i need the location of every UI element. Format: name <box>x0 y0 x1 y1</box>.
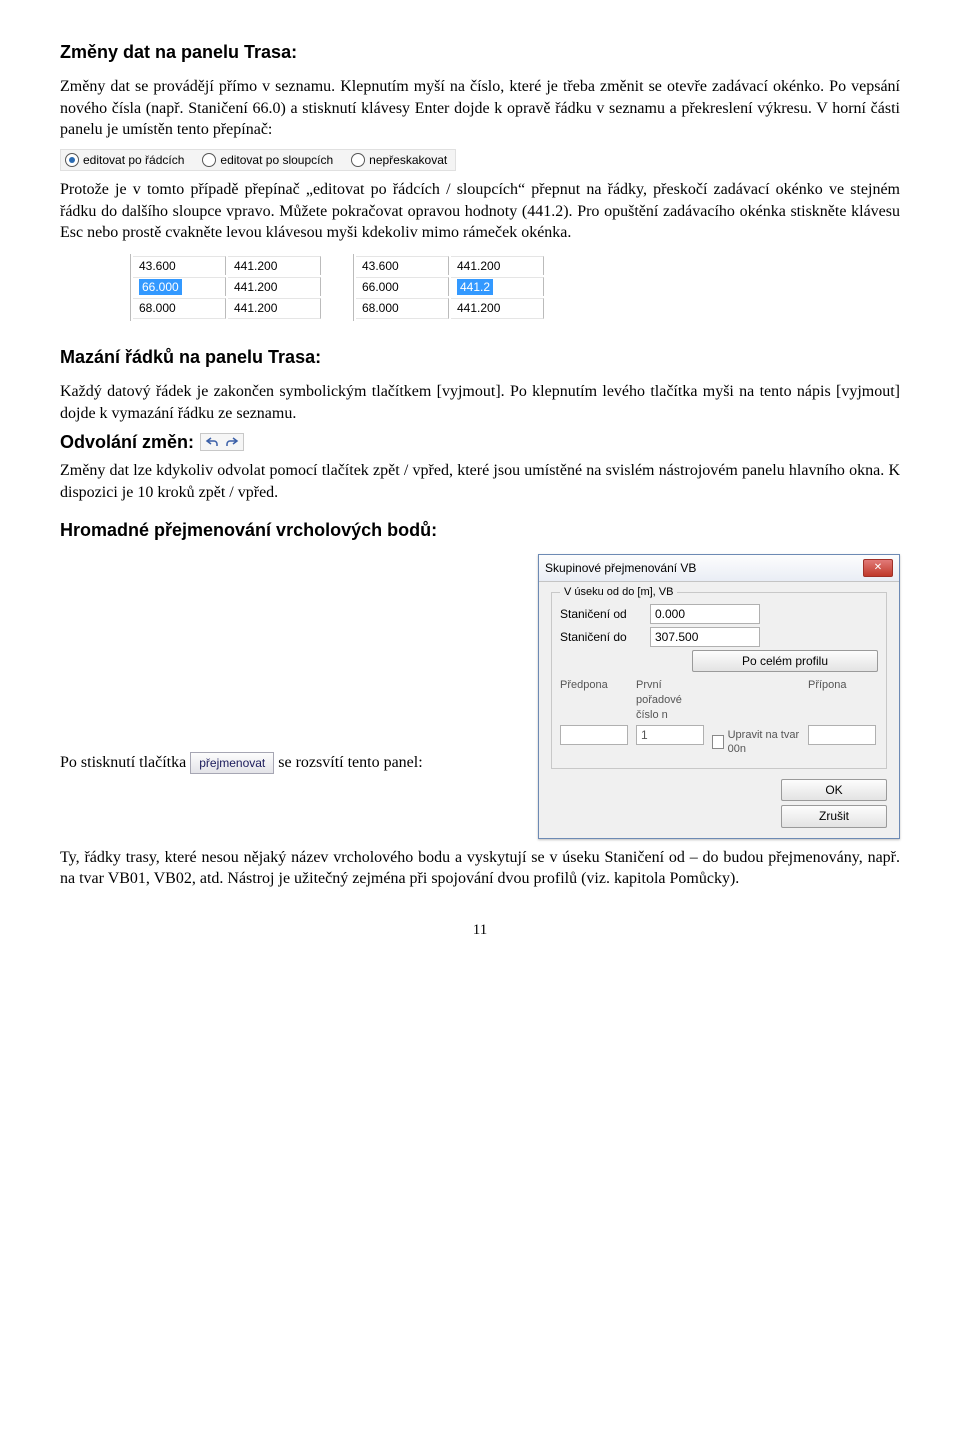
label-to: Staničení do <box>560 629 640 645</box>
radio-icon <box>351 153 365 167</box>
radio-icon <box>202 153 216 167</box>
intro-a: Po stisknutí tlačítka <box>60 754 190 771</box>
table-row: 66.000441.2 <box>356 277 544 296</box>
para-zmeny-p2: Protože je v tomto případě přepínač „edi… <box>60 179 900 244</box>
input-from[interactable]: 0.000 <box>650 604 760 624</box>
cell[interactable]: 441.200 <box>451 298 544 318</box>
radio-label: editovat po sloupcích <box>220 152 333 168</box>
col-header-cislo: První pořadové číslo n <box>636 678 706 723</box>
edit-mode-radio-group: editovat po řádcích editovat po sloupcíc… <box>60 149 456 171</box>
checkbox-label: Upravit na tvar 00n <box>728 728 802 758</box>
input-to[interactable]: 307.500 <box>650 627 760 647</box>
heading-mazani: Mazání řádků na panelu Trasa: <box>60 345 900 369</box>
intro-b: se rozsvítí tento panel: <box>278 754 422 771</box>
radio-label: nepřeskakovat <box>369 152 447 168</box>
cell[interactable]: 441.200 <box>228 298 321 318</box>
close-button[interactable]: ✕ <box>863 559 893 577</box>
grid-pair: 43.600441.200 66.000441.200 68.000441.20… <box>130 254 900 321</box>
col-header-pripona: Přípona <box>808 678 878 723</box>
cell[interactable]: 43.600 <box>133 256 226 275</box>
cell[interactable]: 43.600 <box>356 256 449 275</box>
para-mazani: Každý datový řádek je zakončen symbolick… <box>60 381 900 424</box>
input-predpona[interactable] <box>560 725 628 745</box>
cancel-button[interactable]: Zrušit <box>781 805 887 827</box>
radio-edit-rows[interactable]: editovat po řádcích <box>65 152 184 168</box>
heading-odvolani: Odvolání změn: <box>60 430 194 454</box>
heading-hromadne: Hromadné přejmenování vrcholových bodů: <box>60 518 900 542</box>
rename-dialog: Skupinové přejmenování VB ✕ V úseku od d… <box>538 554 900 839</box>
table-row: 43.600441.200 <box>133 256 321 275</box>
input-pripona[interactable] <box>808 725 876 745</box>
radio-label: editovat po řádcích <box>83 152 184 168</box>
cell-selected[interactable]: 66.000 <box>133 277 226 296</box>
para-hromadne-desc: Ty, řádky trasy, které nesou nějaký náze… <box>60 847 900 890</box>
dialog-titlebar: Skupinové přejmenování VB ✕ <box>539 555 899 582</box>
range-legend: V úseku od do [m], VB <box>560 585 677 600</box>
page-number: 11 <box>60 920 900 940</box>
undo-icon[interactable] <box>205 436 219 448</box>
checkbox-format[interactable] <box>712 735 724 749</box>
cell[interactable]: 441.200 <box>228 277 321 296</box>
para-odvolani: Změny dat lze kdykoliv odvolat pomocí tl… <box>60 460 900 503</box>
table-row: 43.600441.200 <box>356 256 544 275</box>
heading-zmeny-dat: Změny dat na panelu Trasa: <box>60 40 900 64</box>
cell[interactable]: 68.000 <box>356 298 449 318</box>
table-row: 66.000441.200 <box>133 277 321 296</box>
cell-editing[interactable]: 441.2 <box>451 277 544 296</box>
redo-icon[interactable] <box>225 436 239 448</box>
cell[interactable]: 441.200 <box>228 256 321 275</box>
para-zmeny-p1: Změny dat se provádějí přímo v seznamu. … <box>60 76 900 141</box>
close-icon: ✕ <box>874 561 882 575</box>
undo-redo-buttons <box>200 433 244 451</box>
cell[interactable]: 66.000 <box>356 277 449 296</box>
cell[interactable]: 441.200 <box>451 256 544 275</box>
ok-button[interactable]: OK <box>781 779 887 801</box>
input-cislo[interactable]: 1 <box>636 725 704 745</box>
grid-left: 43.600441.200 66.000441.200 68.000441.20… <box>130 254 323 321</box>
dialog-title-text: Skupinové přejmenování VB <box>545 560 696 576</box>
cell[interactable]: 68.000 <box>133 298 226 318</box>
radio-no-skip[interactable]: nepřeskakovat <box>351 152 447 168</box>
radio-icon <box>65 153 79 167</box>
grid-right: 43.600441.200 66.000441.2 68.000441.200 <box>353 254 546 321</box>
rename-button[interactable]: přejmenovat <box>190 752 274 774</box>
radio-edit-cols[interactable]: editovat po sloupcích <box>202 152 333 168</box>
full-profile-button[interactable]: Po celém profilu <box>692 650 878 672</box>
table-row: 68.000441.200 <box>356 298 544 318</box>
range-fieldset: V úseku od do [m], VB Staničení od 0.000… <box>551 592 887 769</box>
table-row: 68.000441.200 <box>133 298 321 318</box>
label-from: Staničení od <box>560 606 640 622</box>
col-header-predpona: Předpona <box>560 678 630 723</box>
